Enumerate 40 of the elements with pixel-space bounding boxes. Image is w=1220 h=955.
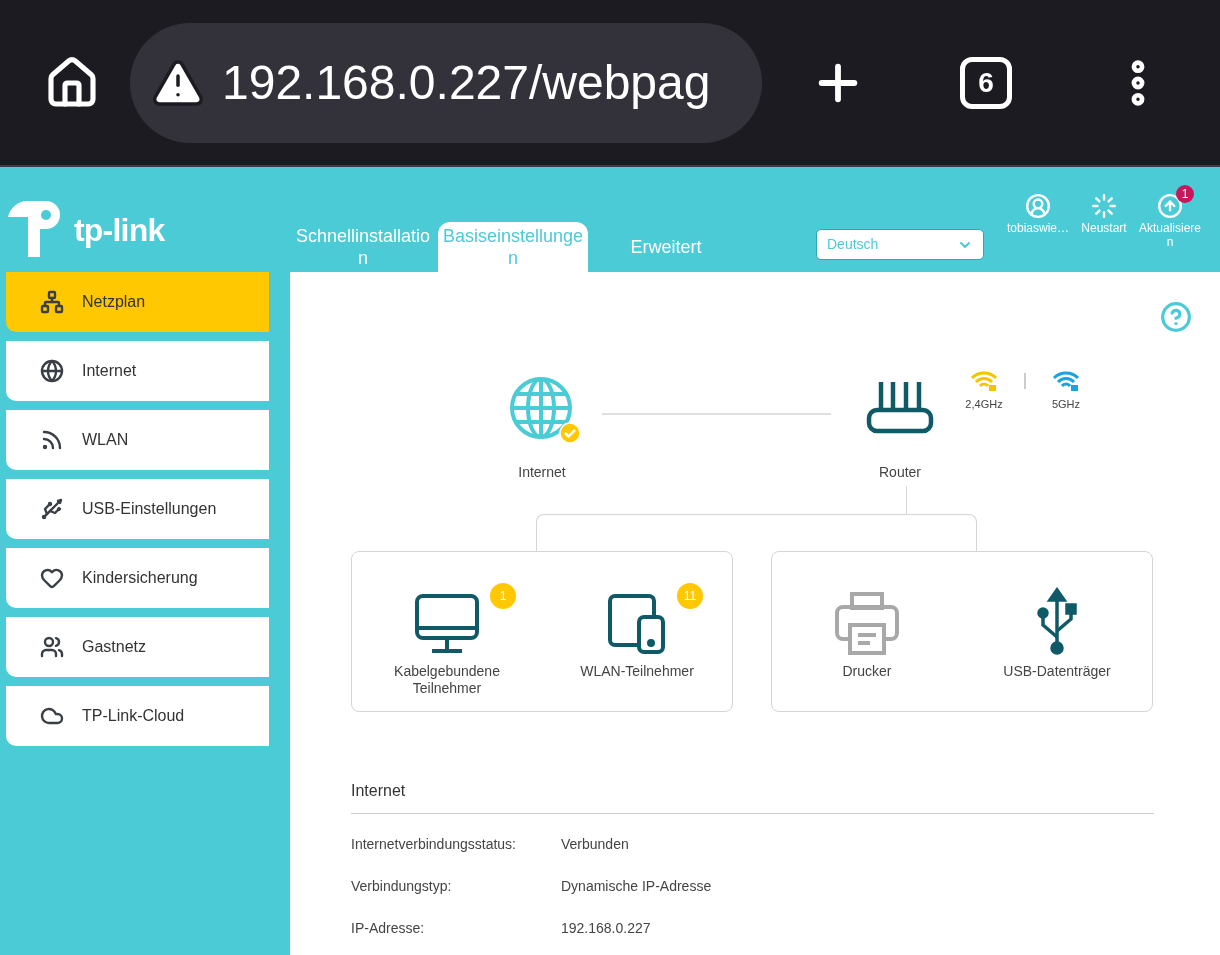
sidebar-item[interactable]: USB-Einstellungen xyxy=(6,479,269,539)
wifi-icon xyxy=(40,428,64,452)
url-text: 192.168.0.227/webpag xyxy=(222,54,711,111)
count-badge: 1 xyxy=(490,583,516,609)
heart-icon xyxy=(40,566,64,590)
node-label: Router xyxy=(879,463,921,482)
band-label: 5GHz xyxy=(1051,397,1081,412)
sidebar-item[interactable]: TP-Link-Cloud xyxy=(6,686,269,746)
field-value: 192.168.0.227 xyxy=(561,919,651,937)
sidebar-item[interactable]: Internet xyxy=(6,341,269,401)
sidebar-item[interactable]: Gastnetz xyxy=(6,617,269,677)
globe-icon xyxy=(40,359,64,383)
user-icon xyxy=(1025,193,1051,219)
band-label: 2,4GHz xyxy=(965,397,1003,412)
map-icon xyxy=(40,290,64,314)
address-bar[interactable]: 192.168.0.227/webpag xyxy=(130,22,762,143)
field-label: Internetverbindungsstatus: xyxy=(351,835,517,853)
globe-icon xyxy=(509,376,573,440)
update-icon xyxy=(1157,193,1183,219)
sidebar-item[interactable]: WLAN xyxy=(6,410,269,470)
device-label: Drucker xyxy=(841,663,893,680)
router-icon xyxy=(866,380,934,434)
restart-icon xyxy=(1091,193,1117,219)
sidebar-item[interactable]: Netzplan xyxy=(6,272,269,332)
count-badge: 11 xyxy=(677,583,703,609)
device-label: USB-Datenträger xyxy=(1002,663,1112,680)
usb-icon xyxy=(40,497,64,521)
field-label: IP-Adresse: xyxy=(351,919,426,937)
sidebar-item[interactable]: Kindersicherung xyxy=(6,548,269,608)
notification-badge: 1 xyxy=(1176,185,1194,203)
node-label: Internet xyxy=(518,463,566,482)
guests-icon xyxy=(40,635,64,659)
field-label: Verbindungstyp: xyxy=(351,877,453,895)
device-label: Kabelgebundene Teilnehmer xyxy=(393,663,501,697)
device-label: WLAN-Teilnehmer xyxy=(579,663,695,680)
section-title: Internet xyxy=(351,782,406,799)
brand-text: tp-link xyxy=(74,210,165,250)
field-value: Verbunden xyxy=(561,835,629,853)
field-value: Dynamische IP-Adresse xyxy=(561,877,712,895)
tab-count-button[interactable]: 6 xyxy=(960,56,1012,109)
